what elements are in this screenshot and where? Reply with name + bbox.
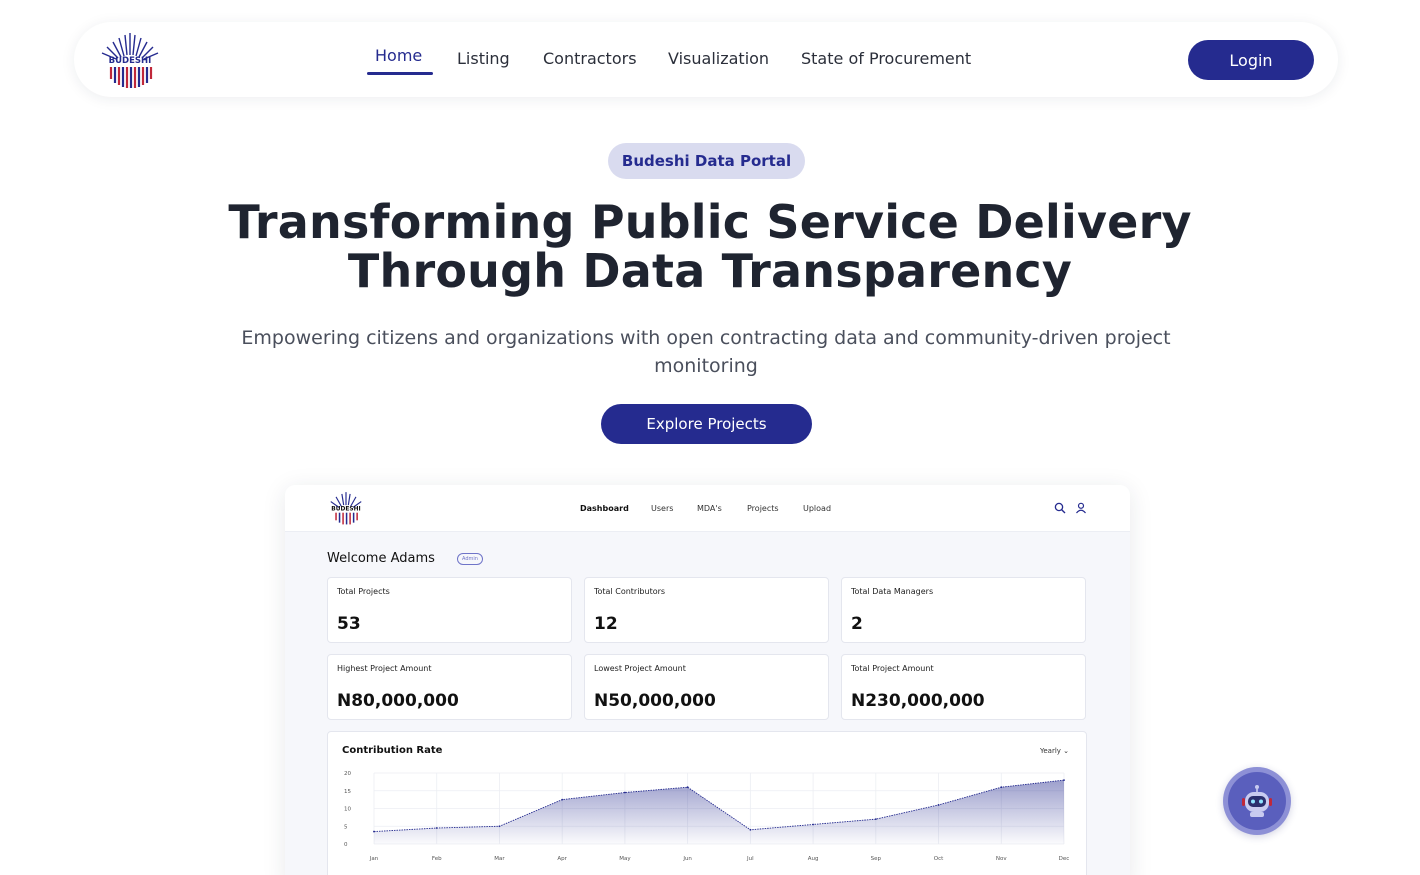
preview-nav-dashboard[interactable]: Dashboard (580, 504, 629, 513)
nav-link-state-of-procurement[interactable]: State of Procurement (801, 49, 971, 68)
explore-projects-button[interactable]: Explore Projects (601, 404, 812, 444)
role-tag: Admin (457, 553, 483, 565)
stat-value: N80,000,000 (337, 691, 459, 711)
stat-label: Highest Project Amount (337, 664, 432, 673)
data-point (1000, 786, 1003, 789)
robot-icon (1242, 785, 1272, 817)
stat-label: Total Data Managers (851, 587, 934, 596)
stat-value: N50,000,000 (594, 691, 716, 711)
user-icon[interactable] (1075, 502, 1087, 514)
contribution-rate-chart: 0 5 10 15 20 Jan Feb Mar Apr May Jun Jul Aug Sep Oct No… (344, 771, 1070, 862)
chart-title: Contribution Rate (342, 745, 443, 756)
preview-header: BUDESHI Dashboard Users MDA's Projects U… (285, 485, 1130, 532)
stat-value: 53 (337, 614, 361, 634)
data-point (937, 804, 940, 806)
preview-nav-users[interactable]: Users (651, 504, 673, 513)
x-tick-label: May (619, 856, 631, 862)
y-tick-label: 0 (344, 842, 348, 848)
x-tick-label: Jul (746, 856, 754, 862)
chevron-down-icon: ⌄ (1063, 747, 1070, 755)
stat-card-total-project-amount: Total Project Amount N230,000,000 (841, 654, 1086, 720)
preview-nav-upload[interactable]: Upload (803, 504, 831, 513)
data-point (561, 798, 564, 801)
stat-label: Lowest Project Amount (594, 664, 686, 673)
preview-nav-projects[interactable]: Projects (747, 504, 779, 513)
data-point (874, 818, 877, 821)
nav-link-contractors[interactable]: Contractors (543, 49, 637, 68)
dashboard-preview: BUDESHI Dashboard Users MDA's Projects U… (285, 485, 1130, 875)
stat-label: Total Projects (337, 587, 390, 596)
stat-value: 12 (594, 614, 618, 634)
chart-period-label: Yearly (1040, 747, 1061, 755)
stat-value: 2 (851, 614, 863, 634)
stat-card-highest-project-amount: Highest Project Amount N80,000,000 (327, 654, 572, 720)
hero-title-line-2: Through Data Transparency (347, 244, 1073, 298)
stat-card-total-contributors: Total Contributors 12 (584, 577, 829, 643)
y-tick-label: 10 (344, 807, 351, 813)
x-tick-label: Mar (494, 856, 505, 862)
y-tick-label: 5 (344, 824, 348, 830)
x-tick-label: Dec (1059, 856, 1070, 862)
data-point (624, 791, 626, 794)
data-point (373, 830, 375, 833)
data-point (686, 786, 689, 789)
chatbot-button[interactable] (1223, 767, 1291, 835)
x-tick-label: Aug (808, 856, 819, 862)
x-tick-label: Jan (369, 856, 379, 862)
contribution-rate-chart-card: Contribution Rate Yearly ⌄ 0 5 10 15 20 Jan Fe… (327, 731, 1087, 875)
series-area (374, 780, 1064, 844)
data-point (1063, 779, 1065, 781)
stat-card-total-projects: Total Projects 53 (327, 577, 572, 643)
preview-nav-mdas[interactable]: MDA's (697, 504, 722, 513)
x-tick-label: Jun (682, 856, 692, 862)
nav-link-listing[interactable]: Listing (457, 49, 510, 68)
nav-links: Home Listing Contractors Visualization S… (74, 22, 1338, 97)
x-tick-label: Sep (871, 856, 882, 862)
hero-title: Transforming Public Service Delivery Thr… (160, 198, 1260, 296)
x-tick-label: Apr (557, 856, 567, 862)
preview-logo-text: BUDESHI (331, 506, 360, 512)
data-point (749, 828, 752, 831)
data-point (812, 823, 814, 826)
y-tick-label: 20 (344, 771, 351, 777)
nav-link-home[interactable]: Home (375, 46, 422, 65)
stat-label: Total Project Amount (851, 664, 934, 673)
search-icon[interactable] (1054, 502, 1066, 514)
preview-budeshi-logo: BUDESHI (330, 492, 362, 525)
stat-card-total-data-managers: Total Data Managers 2 (841, 577, 1086, 643)
portal-badge: Budeshi Data Portal (608, 143, 805, 179)
x-tick-label: Oct (934, 856, 944, 862)
data-point (435, 827, 438, 829)
login-button[interactable]: Login (1188, 40, 1314, 80)
top-navbar: BUDESHI Home Listing Contractors Visuali… (74, 22, 1338, 97)
stat-label: Total Contributors (594, 587, 666, 596)
stat-value: N230,000,000 (851, 691, 985, 711)
stat-card-lowest-project-amount: Lowest Project Amount N50,000,000 (584, 654, 829, 720)
data-point (498, 825, 501, 828)
x-tick-label: Nov (996, 856, 1007, 862)
x-tick-label: Feb (432, 856, 442, 862)
nav-active-underline (367, 72, 433, 75)
y-tick-label: 15 (344, 789, 351, 795)
hero-subtitle: Empowering citizens and organizations wi… (241, 327, 1171, 377)
chart-period-dropdown[interactable]: Yearly ⌄ (1040, 747, 1069, 755)
hero-title-line-1: Transforming Public Service Delivery (228, 195, 1192, 249)
welcome-text: Welcome Adams (327, 551, 435, 566)
nav-link-visualization[interactable]: Visualization (668, 49, 769, 68)
